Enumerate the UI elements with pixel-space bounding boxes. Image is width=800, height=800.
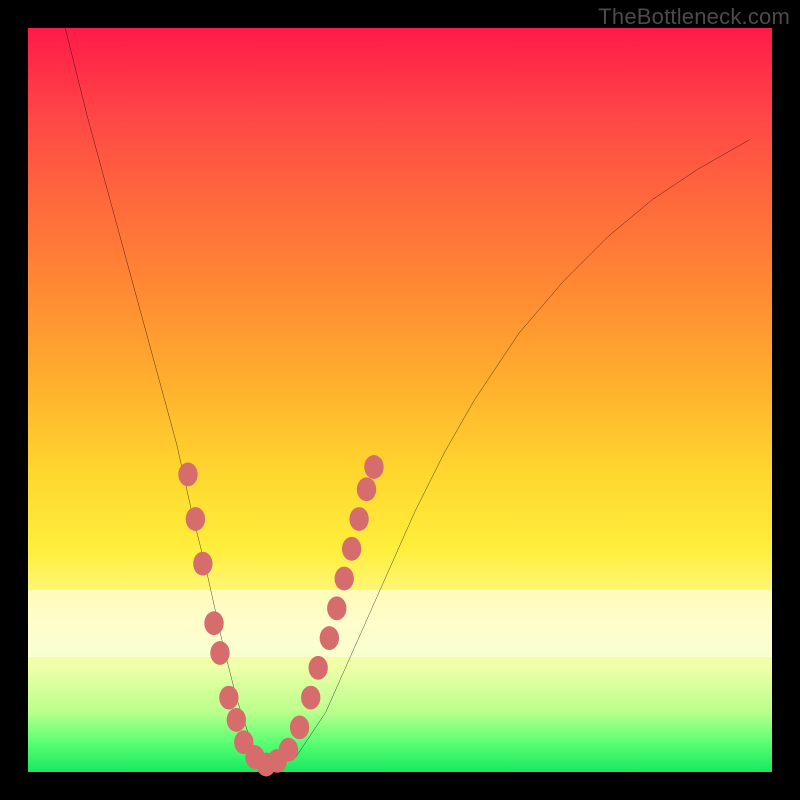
chart-frame: TheBottleneck.com (0, 0, 800, 800)
marker-layer (178, 455, 383, 776)
marker-point (219, 686, 238, 710)
curve-layer (65, 28, 749, 765)
marker-point (301, 686, 320, 710)
marker-point (290, 715, 309, 739)
marker-point (178, 462, 197, 486)
marker-point (342, 537, 361, 561)
marker-point (210, 641, 229, 665)
bottleneck-curve (65, 28, 749, 765)
marker-point (186, 507, 205, 531)
plot-area (28, 28, 772, 772)
marker-point (320, 626, 339, 650)
marker-point (349, 507, 368, 531)
watermark-text: TheBottleneck.com (598, 4, 790, 30)
marker-point (335, 567, 354, 591)
marker-point (279, 738, 298, 762)
marker-point (308, 656, 327, 680)
marker-point (204, 611, 223, 635)
marker-point (193, 552, 212, 576)
marker-point (364, 455, 383, 479)
chart-svg (28, 28, 772, 772)
marker-point (327, 596, 346, 620)
marker-point (227, 708, 246, 732)
marker-point (357, 477, 376, 501)
